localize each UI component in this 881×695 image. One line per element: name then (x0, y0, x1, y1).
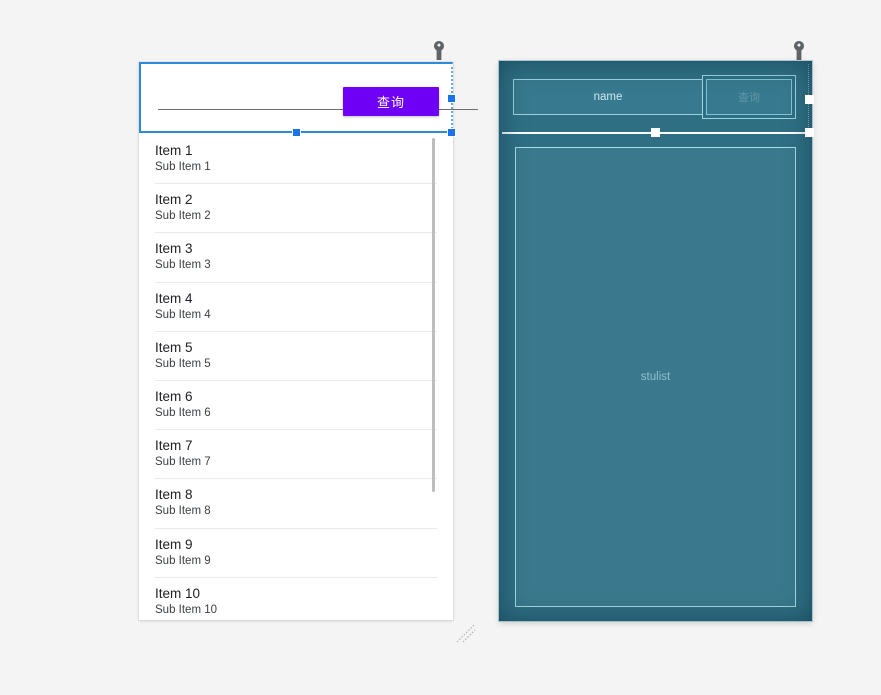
list-item-title: Item 3 (155, 241, 193, 257)
list-item[interactable]: Item 3 Sub Item 3 (155, 233, 437, 283)
right-name-field[interactable]: name (513, 79, 703, 115)
selection-handle-bottom-right[interactable] (447, 128, 456, 137)
list-item-title: Item 9 (155, 536, 193, 552)
wrench-icon-right[interactable] (788, 40, 810, 62)
list-item-title: Item 8 (155, 487, 193, 503)
list-item-title: Item 2 (155, 192, 193, 208)
list-item[interactable]: Item 8 Sub Item 8 (155, 479, 437, 529)
list-item-subtitle: Sub Item 9 (155, 554, 211, 567)
wrench-icon-left-glyph (434, 41, 444, 60)
list-item-subtitle: Sub Item 5 (155, 357, 211, 370)
list-item[interactable]: Item 1 Sub Item 1 (155, 135, 437, 185)
list-item-subtitle: Sub Item 3 (155, 259, 211, 272)
list-item-title: Item 1 (155, 143, 193, 158)
wrench-icon-right-glyph (794, 41, 804, 60)
list-item-subtitle: Sub Item 1 (155, 161, 211, 173)
selection-handle-right-middle[interactable] (447, 94, 456, 103)
list-item[interactable]: Item 4 Sub Item 4 (155, 283, 437, 332)
list-item[interactable]: Item 6 Sub Item 6 (155, 381, 437, 431)
left-search-bar-component[interactable]: 查询 (139, 62, 478, 133)
list-item-title: Item 5 (155, 339, 193, 355)
list-item-title: Item 6 (155, 388, 193, 404)
left-item-list[interactable]: Item 1 Sub Item 1 Item 2 Sub Item 2 Item 3 Su… (139, 135, 453, 620)
list-item-subtitle: Sub Item 4 (155, 308, 211, 321)
list-item-title: Item 10 (155, 585, 201, 601)
list-item[interactable]: Item 5 Sub Item 5 (155, 332, 437, 381)
list-item-title: Item 7 (155, 438, 193, 454)
list-item[interactable]: Item 2 Sub Item 2 (155, 184, 437, 234)
list-item[interactable]: Item 7 Sub Item 7 (155, 430, 437, 480)
right-selection-handle-bottom-center[interactable] (651, 128, 660, 137)
right-selection-handle-right-middle[interactable] (805, 95, 814, 104)
list-item[interactable]: Item 10 Sub Item 10 (155, 578, 437, 620)
list-item-subtitle: Sub Item 7 (155, 456, 211, 469)
list-item-subtitle: Sub Item 8 (155, 505, 211, 518)
right-query-button[interactable]: 查询 (706, 79, 792, 115)
right-selection-handle-bottom-right[interactable] (805, 128, 814, 137)
left-query-button[interactable]: 查询 (343, 87, 439, 116)
list-item[interactable]: Item 9 Sub Item 9 (155, 529, 437, 578)
resize-grip-icon (456, 623, 476, 643)
wrench-icon-left[interactable] (428, 40, 450, 62)
list-item-subtitle: Sub Item 2 (155, 210, 211, 223)
left-item-list-container: Item 1 Sub Item 1 Item 2 Sub Item 2 Item 3 Su… (139, 135, 453, 620)
list-item-subtitle: Sub Item 10 (155, 603, 218, 616)
left-panel-resize-grip[interactable] (455, 622, 477, 644)
right-list-placeholder-box[interactable]: stulist (515, 147, 796, 607)
selection-handle-bottom-center[interactable] (292, 128, 301, 137)
right-list-placeholder-label: stulist (640, 371, 671, 383)
left-device-preview-panel: 查询 Item 1 Sub Item 1 Item 2 Sub Item 2 Item … (139, 62, 478, 620)
list-item-title: Item 4 (155, 290, 193, 306)
left-list-scrollbar[interactable] (432, 138, 435, 492)
list-item-subtitle: Sub Item 6 (155, 406, 211, 419)
right-wireframe-panel: name 查询 stulist (499, 61, 812, 621)
